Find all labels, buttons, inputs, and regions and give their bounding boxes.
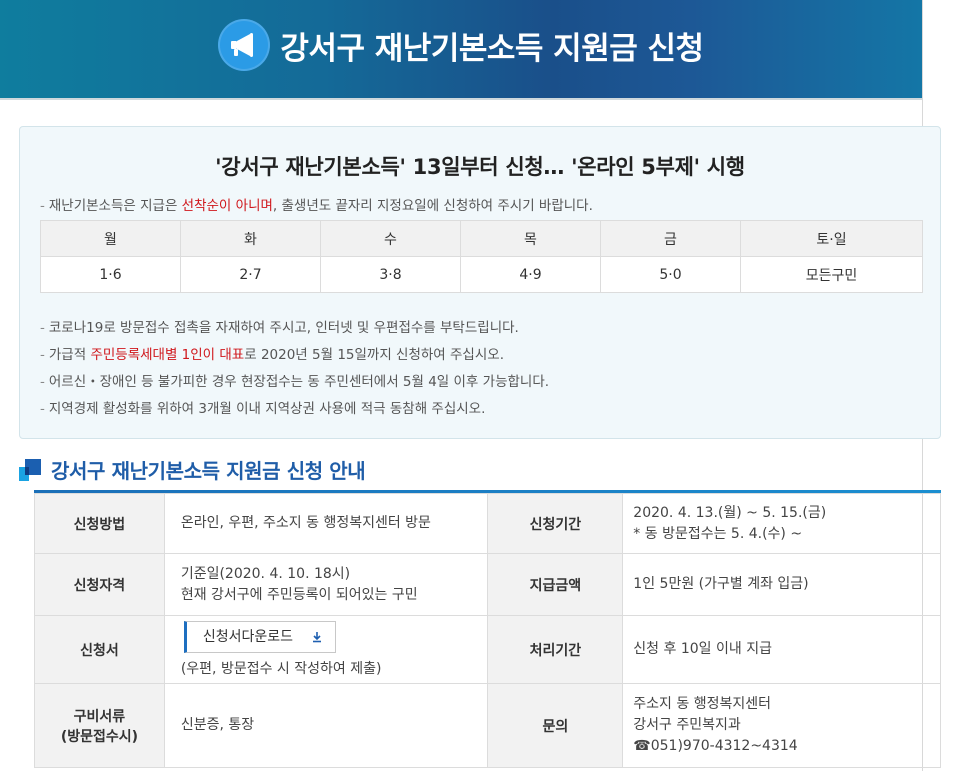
form-note: (우편, 방문접수 시 작성하여 제출) <box>180 661 382 677</box>
process-value: 신청 후 10일 이내 지급 <box>622 615 941 684</box>
notice-intro-highlight: 선착순이 아니며 <box>181 198 273 214</box>
period-note: * 동 방문접수는 5. 4.(수) ~ <box>633 525 803 542</box>
page-banner: 강서구 재난기본소득 지원금 신청 <box>0 0 922 98</box>
method-value: 온라인, 우편, 주소지 동 행정복지센터 방문 <box>163 493 489 554</box>
guide-info-table: 신청방법 온라인, 우편, 주소지 동 행정복지센터 방문 신청기간 2020.… <box>34 493 941 768</box>
notice-line-1-text: 코로나19로 방문접수 접촉을 자재하여 주시고, 인터넷 및 우편접수를 부탁… <box>48 320 519 336</box>
form-label: 신청서 <box>34 615 165 684</box>
notice-line-3: - 어르신・장애인 등 불가피한 경우 현장접수는 동 주민센터에서 5월 4일 … <box>40 374 550 390</box>
guide-heading: 강서구 재난기본소득 지원금 신청 안내 <box>19 455 366 484</box>
table-row: 구비서류 (방문접수시) 신분증, 통장 문의 주소지 동 행정복지센터 강서구… <box>34 683 941 768</box>
notice-line-1: - 코로나19로 방문접수 접촉을 자재하여 주시고, 인터넷 및 우편접수를 부… <box>40 320 519 336</box>
amount-label: 지급금액 <box>487 553 624 616</box>
notice-box: '강서구 재난기본소득' 13일부터 신청… '온라인 5부제' 시행 - 재난기… <box>19 126 941 439</box>
documents-label-sub: (방문접수시) <box>60 728 139 745</box>
banner-shadow <box>0 98 922 100</box>
method-label: 신청방법 <box>34 493 165 554</box>
process-label: 처리기간 <box>487 615 624 684</box>
contact-value: 주소지 동 행정복지센터 강서구 주민복지과 ☎051)970-4312~431… <box>622 683 941 768</box>
table-row: 신청방법 온라인, 우편, 주소지 동 행정복지센터 방문 신청기간 2020.… <box>34 493 941 554</box>
weekday-digits: 4·9 <box>460 256 601 293</box>
notice-intro-text-a: 재난기본소득은 지급은 <box>48 198 182 214</box>
qualification-label: 신청자격 <box>34 553 165 616</box>
table-row: 신청자격 기준일(2020. 4. 10. 18시) 현재 강서구에 주민등록이… <box>34 553 941 616</box>
megaphone-icon <box>218 19 271 71</box>
guide-title: 강서구 재난기본소득 지원금 신청 안내 <box>51 459 366 483</box>
form-value: 신청서다운로드 (우편, 방문접수 시 작성하여 제출) <box>163 615 489 684</box>
contact-phone: ☎051)970-4312~4314 <box>633 738 798 754</box>
weekday-schedule-table: 월 화 수 목 금 토·일 1·6 2·7 3·8 4·9 5·0 모든구민 <box>40 220 923 293</box>
qualification-date: 기준일(2020. 4. 10. 18시) <box>180 565 351 582</box>
notice-intro-text-b: , 출생년도 끝자리 지정요일에 신청하여 주시기 바랍니다. <box>272 198 593 214</box>
amount-value: 1인 5만원 (가구별 계좌 입금) <box>622 553 941 616</box>
period-dates: 2020. 4. 13.(월) ~ 5. 15.(금) <box>633 504 827 521</box>
section-square-icon <box>19 458 41 481</box>
weekday-header: 금 <box>600 220 741 257</box>
qualification-desc: 현재 강서구에 주민등록이 되어있는 구민 <box>180 586 418 603</box>
weekday-digits: 모든구민 <box>740 256 923 293</box>
weekday-header: 수 <box>320 220 461 257</box>
notice-title: '강서구 재난기본소득' 13일부터 신청… '온라인 5부제' 시행 <box>215 155 745 179</box>
weekday-header: 월 <box>40 220 181 257</box>
download-form-label: 신청서다운로드 <box>202 628 293 645</box>
notice-line-3-text: 어르신・장애인 등 불가피한 경우 현장접수는 동 주민센터에서 5월 4일 이… <box>48 374 550 390</box>
banner-title: 강서구 재난기본소득 지원금 신청 <box>280 30 704 67</box>
weekday-header: 토·일 <box>740 220 923 257</box>
period-value: 2020. 4. 13.(월) ~ 5. 15.(금) * 동 방문접수는 5.… <box>622 493 941 554</box>
notice-intro: - 재난기본소득은 지급은 선착순이 아니며, 출생년도 끝자리 지정요일에 신청… <box>40 198 593 214</box>
weekday-digits: 2·7 <box>180 256 321 293</box>
contact-department: 강서구 주민복지과 <box>633 717 741 733</box>
notice-line-2-text-b: 로 2020년 5월 15일까지 신청하여 주십시오. <box>244 347 504 363</box>
documents-value: 신분증, 통장 <box>163 683 489 768</box>
weekday-value-row: 1·6 2·7 3·8 4·9 5·0 모든구민 <box>40 256 923 293</box>
weekday-digits: 5·0 <box>600 256 741 293</box>
documents-label-main: 구비서류 <box>73 708 126 725</box>
notice-line-4: - 지역경제 활성화를 위하여 3개월 이내 지역상권 사용에 적극 동참해 주십… <box>40 401 486 417</box>
contact-office: 주소지 동 행정복지센터 <box>633 696 771 712</box>
period-label: 신청기간 <box>487 493 624 554</box>
notice-line-2-highlight: 주민등록세대별 1인이 대표 <box>90 347 245 363</box>
weekday-header: 목 <box>460 220 601 257</box>
weekday-header-row: 월 화 수 목 금 토·일 <box>40 220 923 257</box>
weekday-header: 화 <box>180 220 321 257</box>
download-icon <box>313 632 321 643</box>
notice-line-4-text: 지역경제 활성화를 위하여 3개월 이내 지역상권 사용에 적극 동참해 주십시… <box>48 401 486 417</box>
notice-line-2-text-a: 가급적 <box>48 347 91 363</box>
weekday-digits: 3·8 <box>320 256 461 293</box>
download-form-button[interactable]: 신청서다운로드 <box>183 621 336 653</box>
contact-label: 문의 <box>487 683 624 768</box>
documents-label: 구비서류 (방문접수시) <box>34 683 165 768</box>
table-row: 신청서 신청서다운로드 (우편, 방문접수 시 작성하여 제출) 처리기간 신청… <box>34 615 941 684</box>
notice-line-2: - 가급적 주민등록세대별 1인이 대표로 2020년 5월 15일까지 신청하여… <box>40 347 504 363</box>
weekday-digits: 1·6 <box>40 256 181 293</box>
qualification-value: 기준일(2020. 4. 10. 18시) 현재 강서구에 주민등록이 되어있는… <box>163 553 489 616</box>
